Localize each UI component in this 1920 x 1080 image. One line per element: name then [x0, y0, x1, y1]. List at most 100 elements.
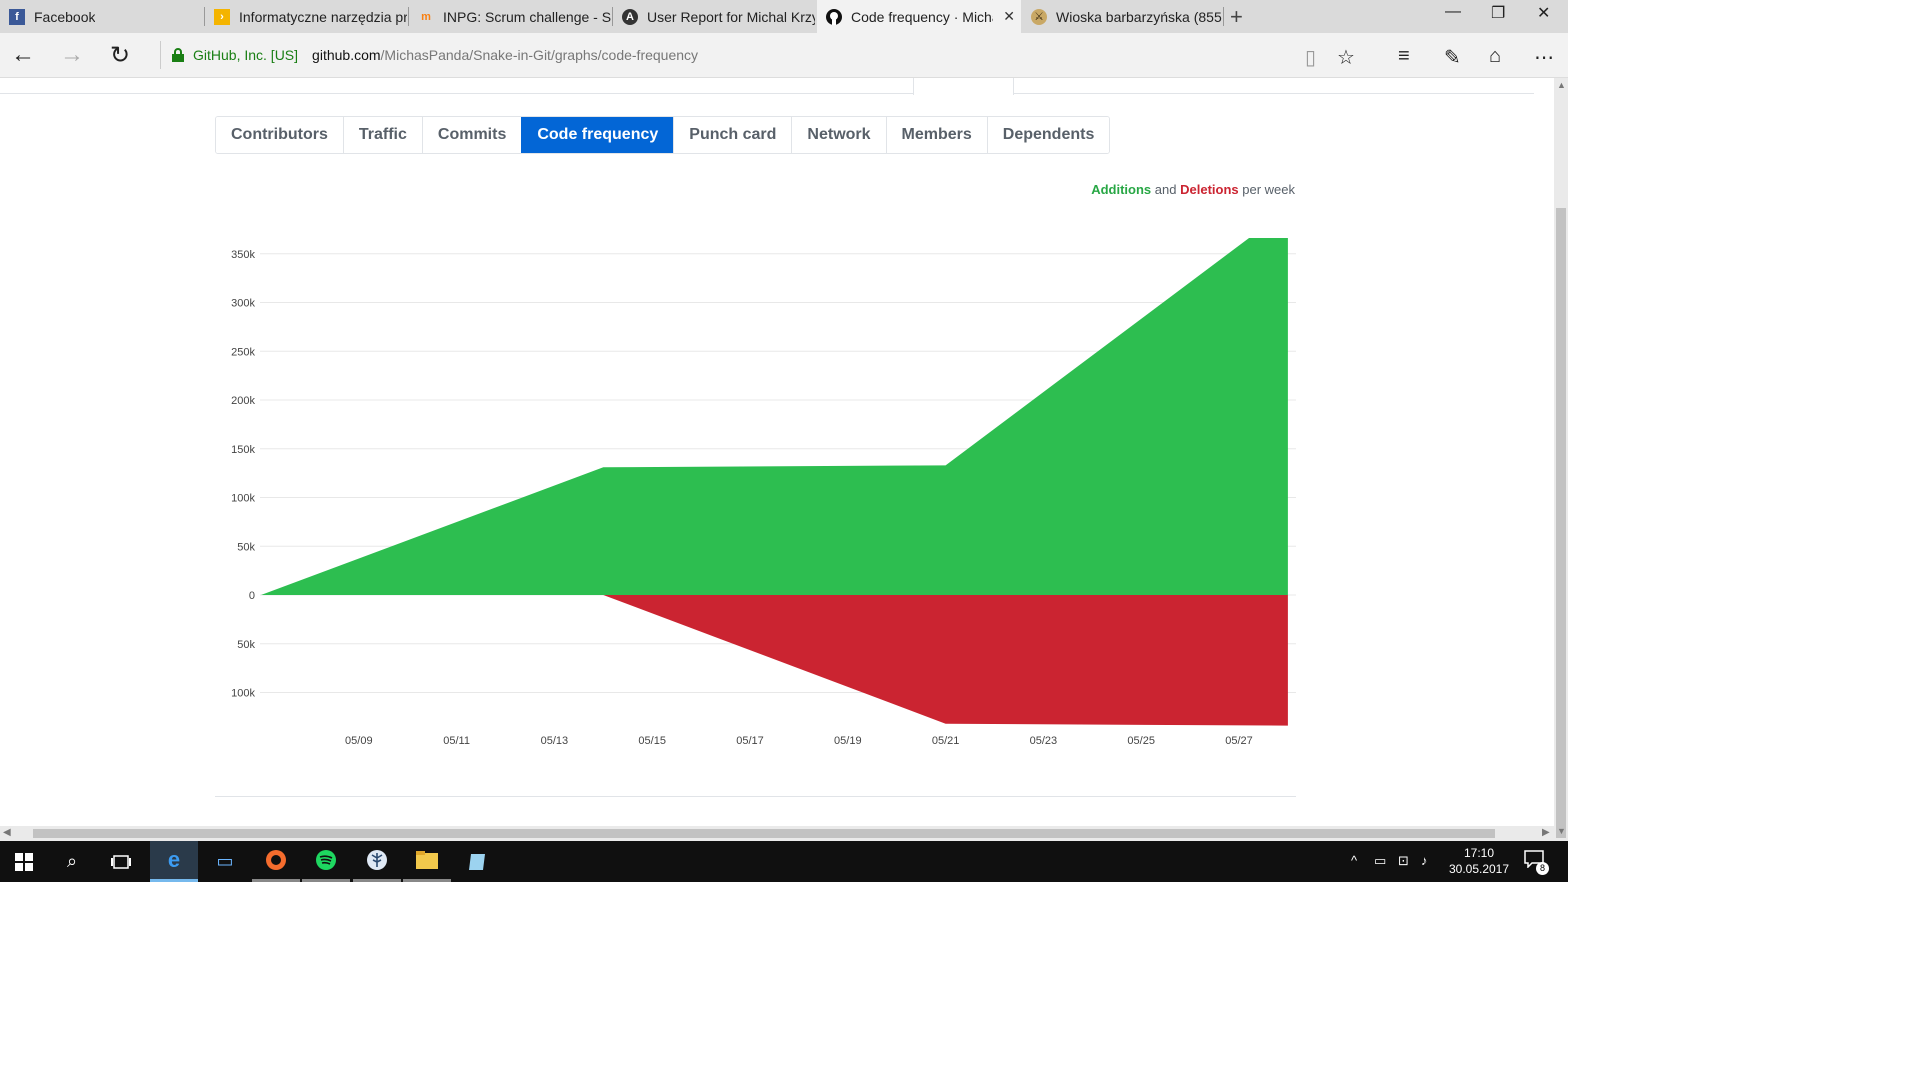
app-notebook-icon[interactable] [454, 841, 502, 882]
subnav-code-frequency[interactable]: Code frequency [521, 117, 674, 153]
subnav-dependents[interactable]: Dependents [986, 117, 1110, 153]
clock-date: 30.05.2017 [1448, 862, 1510, 876]
file-explorer-icon[interactable] [403, 841, 451, 882]
repo-nav-partial [0, 78, 1534, 95]
action-center-icon[interactable]: 8 [1524, 850, 1549, 875]
scroll-up-icon[interactable]: ▲ [1557, 80, 1566, 90]
lock-icon [172, 48, 184, 62]
slides-icon: › [214, 8, 230, 25]
task-view-icon[interactable] [97, 841, 145, 882]
moodle-icon: m [421, 10, 431, 23]
browser-tab-moodle[interactable]: m INPG: Scrum challenge - Sp [409, 0, 611, 33]
back-icon[interactable]: ← [11, 41, 35, 69]
more-icon[interactable]: ⋯ [1534, 45, 1554, 70]
origin-icon[interactable] [252, 841, 300, 882]
deletions-area [261, 595, 1288, 726]
forward-icon[interactable]: → [60, 41, 84, 69]
url-host: github.com [312, 47, 381, 63]
github-icon [826, 8, 842, 25]
tab-title: Code frequency · Micha [851, 8, 993, 25]
clock-time: 17:10 [1463, 846, 1495, 860]
x-tick-label: 05/15 [638, 735, 666, 747]
x-tick-label: 05/11 [443, 735, 470, 747]
start-windows-icon[interactable] [0, 841, 48, 882]
report-icon: A [622, 8, 638, 25]
x-tick-label: 05/27 [1225, 735, 1253, 747]
repo-nav-insights-tab[interactable] [913, 78, 1014, 95]
y-tick-label: 250k [231, 346, 255, 358]
edge-browser-icon[interactable]: e [150, 841, 198, 882]
x-tick-label: 05/21 [932, 735, 960, 747]
network-icon[interactable]: ⊡ [1398, 853, 1409, 869]
tab-title: INPG: Scrum challenge - Sp [443, 8, 611, 25]
share-icon[interactable]: ⌂ [1489, 45, 1501, 68]
subnav-commits[interactable]: Commits [421, 117, 522, 153]
code-frequency-chart: 100k 50k 0 50k 100k 150k 200k 250k 300k 350k 05/09… [231, 238, 1296, 747]
subnav-members[interactable]: Members [885, 117, 987, 153]
browser-tab-slides[interactable]: › Informatyczne narzędzia pra [205, 0, 407, 33]
site-identity[interactable]: GitHub, Inc. [US] [193, 47, 298, 63]
y-tick-label: 100k [231, 688, 255, 700]
refresh-icon[interactable]: ↻ [110, 41, 130, 70]
y-tick-label: 50k [237, 541, 255, 553]
horizontal-scrollbar[interactable]: ◀ ▶ [0, 826, 1554, 841]
scroll-left-icon[interactable]: ◀ [3, 827, 11, 838]
insights-subnav: Contributors Traffic Commits Code freque… [215, 116, 1111, 154]
minimize-icon[interactable]: — [1445, 3, 1461, 21]
subnav-traffic[interactable]: Traffic [342, 117, 422, 153]
page-content: Contributors Traffic Commits Code freque… [0, 78, 1554, 826]
browser-tab-code-frequency[interactable]: Code frequency · Micha ✕ [817, 0, 1021, 33]
x-tick-label: 05/13 [541, 735, 569, 747]
app-tree-icon[interactable] [353, 841, 401, 882]
new-tab-icon[interactable]: + [1230, 4, 1243, 30]
chart-legend: Additions and Deletions per week [1091, 182, 1295, 197]
tab-separator [1223, 7, 1224, 26]
tab-title: Facebook [34, 8, 96, 25]
system-clock[interactable]: 17:10 30.05.2017 [1438, 845, 1520, 877]
hub-icon[interactable]: ≡ [1398, 45, 1410, 68]
restore-icon[interactable]: ❐ [1491, 3, 1505, 23]
x-tick-label: 05/23 [1030, 735, 1058, 747]
battery-icon[interactable]: ▭ [1374, 853, 1386, 869]
search-icon[interactable]: ⌕ [48, 841, 96, 882]
favorite-star-icon[interactable]: ☆ [1337, 45, 1355, 70]
url-path: /MichasPanda/Snake-in-Git/graphs/code-fr… [380, 47, 699, 63]
subnav-contributors[interactable]: Contributors [216, 117, 343, 153]
spotify-icon[interactable] [302, 841, 350, 882]
x-tick-label: 05/09 [345, 735, 373, 747]
y-tick-label: 100k [231, 493, 255, 505]
url-field[interactable]: GitHub, Inc. [US] github.com /MichasPand… [160, 41, 1280, 69]
browser-tab-bar: f Facebook › Informatyczne narzędzia pra… [0, 0, 1568, 33]
subnav-punch-card[interactable]: Punch card [673, 117, 792, 153]
browser-address-bar: ← → ↻ GitHub, Inc. [US] github.com /Mich… [0, 33, 1568, 78]
x-tick-label: 05/17 [736, 735, 764, 747]
scrollbar-thumb[interactable] [33, 829, 1495, 838]
legend-deletions: Deletions [1180, 182, 1239, 197]
notification-badge: 8 [1536, 862, 1549, 875]
browser-tab-report[interactable]: A User Report for Michal Krzy: [613, 0, 815, 33]
close-tab-icon[interactable]: ✕ [1003, 8, 1015, 25]
tab-title: Informatyczne narzędzia pra [239, 8, 407, 25]
divider [215, 796, 1296, 797]
subnav-network[interactable]: Network [791, 117, 886, 153]
y-tick-label: 50k [237, 639, 255, 651]
browser-tab-tribalwars[interactable]: ⚔ Wioska barbarzyńska (855|1 [1022, 0, 1222, 33]
web-note-icon[interactable]: ✎ [1444, 45, 1461, 70]
x-tick-label: 05/25 [1127, 735, 1155, 747]
show-hidden-icons-icon[interactable]: ^ [1351, 853, 1357, 868]
close-window-icon[interactable]: ✕ [1537, 3, 1550, 23]
browser-tab-facebook[interactable]: f Facebook [0, 0, 204, 33]
legend-and: and [1154, 182, 1177, 197]
scroll-down-icon[interactable]: ▼ [1557, 826, 1566, 836]
remote-desktop-icon[interactable]: ▭ [201, 841, 249, 882]
y-tick-label: 350k [231, 249, 255, 261]
windows-taskbar: ⌕ e ▭ ^ ▭ ⊡ ♪ 17:10 30.05.2017 8 [0, 841, 1568, 882]
scrollbar-thumb[interactable] [1556, 208, 1566, 838]
y-tick-label: 150k [231, 444, 255, 456]
facebook-icon: f [9, 8, 25, 25]
scroll-right-icon[interactable]: ▶ [1542, 827, 1550, 838]
y-tick-label: 300k [231, 298, 255, 310]
reading-view-icon[interactable]: ▯ [1305, 45, 1316, 70]
vertical-scrollbar[interactable]: ▲ ▼ [1554, 78, 1568, 841]
volume-icon[interactable]: ♪ [1421, 853, 1428, 868]
